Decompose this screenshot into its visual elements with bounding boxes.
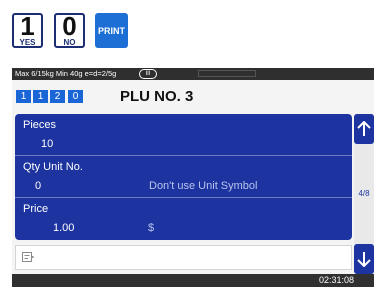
field-value: 1.00 — [53, 222, 75, 234]
field-pieces[interactable]: Pieces 10 — [15, 114, 352, 155]
plu-digit: 0 — [68, 90, 83, 103]
arrow-down-icon[interactable] — [354, 244, 374, 274]
input-field[interactable] — [15, 245, 352, 270]
status-indicator — [198, 70, 256, 77]
field-price[interactable]: Price 1.00 $ — [15, 198, 352, 239]
scale-display: Max 6/15kg Min 40g e=d=2/5g III 1 1 2 0 … — [12, 68, 374, 287]
accuracy-class-badge: III — [139, 69, 157, 79]
page-title: PLU NO. 3 — [120, 88, 194, 105]
page-indicator: 4/8 — [358, 189, 370, 198]
scroll-bar: 4/8 — [354, 114, 374, 274]
plu-fields-panel: Pieces 10 Qty Unit No. 0 Don't use Unit … — [15, 114, 352, 240]
yes-key-digit: 1 — [20, 10, 35, 41]
plu-header: 1 1 2 0 PLU NO. 3 — [12, 80, 374, 115]
field-qty-unit-no[interactable]: Qty Unit No. 0 Don't use Unit Symbol — [15, 156, 352, 197]
plu-digit: 2 — [50, 90, 65, 103]
no-key-label: NO — [63, 37, 76, 47]
field-label: Pieces — [23, 119, 57, 131]
currency-symbol: $ — [148, 222, 155, 234]
field-label: Qty Unit No. — [23, 161, 83, 173]
plu-digit: 1 — [16, 90, 31, 103]
field-label: Price — [23, 203, 49, 215]
plu-digit: 1 — [33, 90, 48, 103]
arrow-up-icon[interactable] — [354, 114, 374, 144]
no-key-digit: 0 — [62, 10, 77, 41]
yes-key-label: YES — [19, 37, 36, 47]
bottom-status-bar: 02:31:08 — [12, 274, 374, 287]
input-field-icon — [22, 252, 34, 262]
field-value: 0 — [35, 180, 42, 192]
field-note: Don't use Unit Symbol — [149, 180, 258, 192]
field-value: 10 — [41, 138, 54, 150]
print-key[interactable]: PRINT — [95, 13, 128, 48]
weight-info: Max 6/15kg Min 40g e=d=2/5g — [15, 69, 117, 78]
no-key[interactable]: 0 NO — [54, 13, 85, 48]
yes-key[interactable]: 1 YES — [12, 13, 43, 48]
clock: 02:31:08 — [318, 275, 354, 285]
status-bar: Max 6/15kg Min 40g e=d=2/5g III — [12, 68, 374, 80]
